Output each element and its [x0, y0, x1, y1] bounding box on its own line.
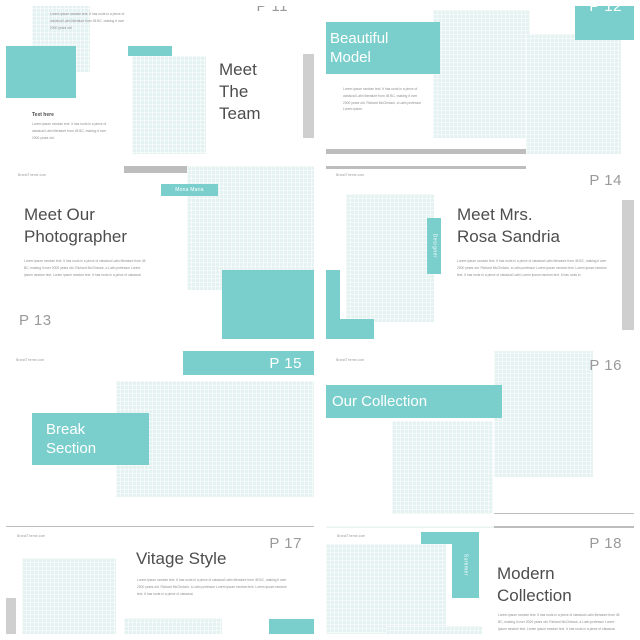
- teal-block: [6, 46, 76, 98]
- photo-placeholder: [494, 351, 593, 477]
- brand-label: BrandTheme.com: [337, 534, 366, 538]
- body-text: Lorem ipsum random text. It has roots in…: [498, 613, 620, 631]
- photo-placeholder: [392, 421, 493, 514]
- page-number: P 16: [589, 357, 622, 374]
- grey-accent-bar: [326, 149, 526, 154]
- grey-accent-bar: [494, 526, 634, 528]
- slide-title: Meet Our Photographer: [24, 205, 128, 246]
- slide-canvas: Designer BrandTheme.com Meet Mrs. Rosa S…: [326, 166, 634, 339]
- slide-canvas: Break Section BrandTheme.com P 15: [6, 351, 314, 514]
- page-number: P 13: [19, 312, 52, 329]
- slide-title: Beautiful Model: [330, 29, 389, 67]
- grey-accent-bar: [326, 166, 526, 169]
- brand-label: BrandTheme.com: [17, 534, 46, 538]
- teal-bar: [128, 46, 172, 56]
- brand-label: BrandTheme.com: [336, 173, 365, 177]
- photo-placeholder: [346, 194, 434, 322]
- slide-title: Break Section: [46, 420, 97, 458]
- title-banner: Beautiful Model: [326, 22, 440, 74]
- slide-canvas: Mona Maria BrandTheme.com Meet Our Photo…: [6, 166, 314, 339]
- body-text: Lorem ipsum random text. It has roots in…: [457, 259, 607, 277]
- slide-canvas: Our Collection BrandTheme.com P 16: [326, 351, 634, 514]
- body-text: Lorem ipsum random text. It has roots in…: [343, 87, 422, 112]
- slide-title: Vitage Style: [136, 549, 227, 568]
- title-banner: Our Collection: [326, 385, 502, 418]
- teal-block: [222, 270, 314, 339]
- grey-accent-bar: [6, 598, 16, 634]
- teal-block: [326, 319, 374, 339]
- slide-thumbnail-15[interactable]: Break Section BrandTheme.com P 15: [0, 345, 320, 520]
- vertical-season-tab: Summer: [452, 532, 479, 598]
- slide-thumbnail-18[interactable]: Summer BrandTheme.com Modern Collection …: [320, 520, 640, 640]
- photo-placeholder: [124, 618, 222, 634]
- body-text-bottom: Lorem ipsum random text. It has roots in…: [32, 122, 107, 140]
- vertical-role-tab: Designer: [427, 218, 441, 274]
- slide-canvas: BrandTheme.com Vitage Style Lorem ipsum …: [6, 526, 314, 634]
- photo-placeholder: [132, 56, 206, 154]
- teal-block: [269, 619, 314, 634]
- photo-placeholder: [526, 34, 621, 154]
- brand-label: BrandTheme.com: [16, 358, 45, 362]
- grey-accent-bar: [303, 54, 314, 138]
- slide-thumbnail-14[interactable]: Designer BrandTheme.com Meet Mrs. Rosa S…: [320, 160, 640, 345]
- brand-label: BrandTheme.com: [336, 358, 365, 362]
- title-banner: Break Section: [32, 413, 149, 465]
- page-number: P 14: [589, 172, 622, 189]
- slide-canvas: Beautiful Model Lorem ipsum random text.…: [326, 6, 634, 154]
- page-number: P 12: [589, 6, 622, 15]
- photo-placeholder: [22, 558, 116, 634]
- slide-thumbnail-16[interactable]: Our Collection BrandTheme.com P 16: [320, 345, 640, 520]
- brand-label: BrandTheme.com: [18, 173, 47, 177]
- grey-accent-bar: [124, 166, 188, 173]
- slide-thumbnail-12[interactable]: Beautiful Model Lorem ipsum random text.…: [320, 0, 640, 160]
- slide-title: Our Collection: [332, 392, 428, 410]
- body-text: Lorem ipsum random text. It has roots in…: [24, 259, 146, 277]
- page-number: P 18: [589, 535, 622, 552]
- slide-thumbnail-17[interactable]: BrandTheme.com Vitage Style Lorem ipsum …: [0, 520, 320, 640]
- kicker-label-bottom: Text here: [32, 112, 54, 118]
- slide-title: Meet The Team: [219, 60, 261, 123]
- vertical-season-tab-label: Summer: [462, 553, 469, 577]
- slide-title: Modern Collection: [497, 564, 572, 605]
- photo-placeholder: [326, 544, 446, 634]
- grey-accent-bar: [6, 526, 314, 527]
- page-number: P 15: [269, 355, 302, 372]
- page-number: P 17: [269, 535, 302, 552]
- name-badge: Mona Maria: [161, 184, 218, 196]
- slide-canvas: Text here Lorem ipsum random text. It ha…: [6, 6, 314, 154]
- photo-placeholder: [386, 626, 482, 634]
- slide-canvas: Summer BrandTheme.com Modern Collection …: [326, 526, 634, 634]
- body-text-top: Lorem ipsum random text. It has roots in…: [50, 12, 125, 30]
- page-number: P 11: [256, 6, 288, 15]
- slide-thumbnail-grid: Text here Lorem ipsum random text. It ha…: [0, 0, 640, 640]
- slide-thumbnail-13[interactable]: Mona Maria BrandTheme.com Meet Our Photo…: [0, 160, 320, 345]
- photo-placeholder: [433, 10, 530, 138]
- body-text: Lorem ipsum random text. It has roots in…: [137, 578, 287, 596]
- slide-title: Meet Mrs. Rosa Sandria: [457, 205, 561, 246]
- grey-accent-bar: [494, 513, 634, 514]
- kicker-label-top: Text here: [50, 6, 72, 8]
- grey-accent-bar: [622, 200, 634, 330]
- slide-thumbnail-11[interactable]: Text here Lorem ipsum random text. It ha…: [0, 0, 320, 160]
- vertical-role-tab-label: Designer: [431, 233, 437, 259]
- photo-placeholder: [326, 526, 494, 528]
